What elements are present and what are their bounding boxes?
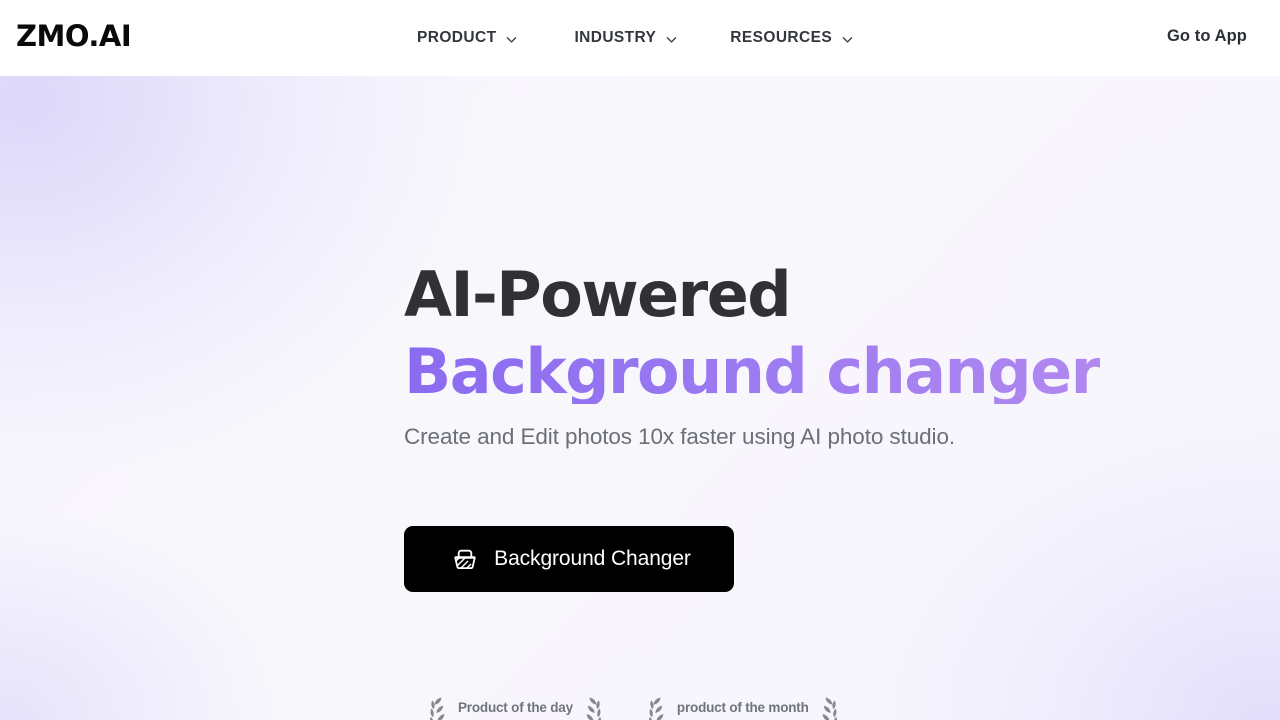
laurel-branch-icon xyxy=(424,694,450,720)
hero-headline-line1: AI-Powered xyxy=(404,258,792,331)
hero-section: AI-Powered Background changer Create and… xyxy=(0,76,1280,720)
badge-top-label: Product of the day xyxy=(458,699,573,715)
badge-product-of-the-month: product of the month Marketing xyxy=(643,690,843,720)
nav-item-industry[interactable]: INDUSTRY xyxy=(574,0,678,76)
main-navigation: PRODUCT INDUSTRY RESOURCES xyxy=(417,0,854,76)
logo[interactable]: ZMO.AI xyxy=(16,22,132,51)
nav-item-product-label: PRODUCT xyxy=(417,29,497,46)
award-badges: Product of the day 1st xyxy=(424,690,843,720)
nav-item-resources-label: RESOURCES xyxy=(730,29,833,46)
chevron-down-icon xyxy=(665,33,678,46)
chevron-down-icon xyxy=(505,33,518,46)
badge-product-of-the-month-text: product of the month Marketing xyxy=(673,698,813,720)
hero-headline-line2: Background changer xyxy=(404,335,1101,408)
laurel-branch-icon xyxy=(817,694,843,720)
basket-icon xyxy=(451,545,479,573)
site-header: ZMO.AI PRODUCT INDUSTRY RESOURCES Go to … xyxy=(0,0,1280,76)
badge-product-of-the-day-text: Product of the day 1st xyxy=(454,698,577,720)
laurel-branch-icon xyxy=(643,694,669,720)
laurel-branch-icon xyxy=(581,694,607,720)
go-to-app-link[interactable]: Go to App xyxy=(1167,27,1247,46)
nav-item-industry-label: INDUSTRY xyxy=(574,29,657,46)
background-changer-button-label: Background Changer xyxy=(494,547,691,570)
badge-top-label: product of the month xyxy=(676,699,809,715)
hero-subheadline: Create and Edit photos 10x faster using … xyxy=(404,424,956,449)
nav-item-product[interactable]: PRODUCT xyxy=(417,0,518,76)
nav-item-resources[interactable]: RESOURCES xyxy=(730,0,854,76)
chevron-down-icon xyxy=(841,33,854,46)
background-changer-button[interactable]: Background Changer xyxy=(404,526,734,592)
badge-product-of-the-day: Product of the day 1st xyxy=(424,690,607,720)
